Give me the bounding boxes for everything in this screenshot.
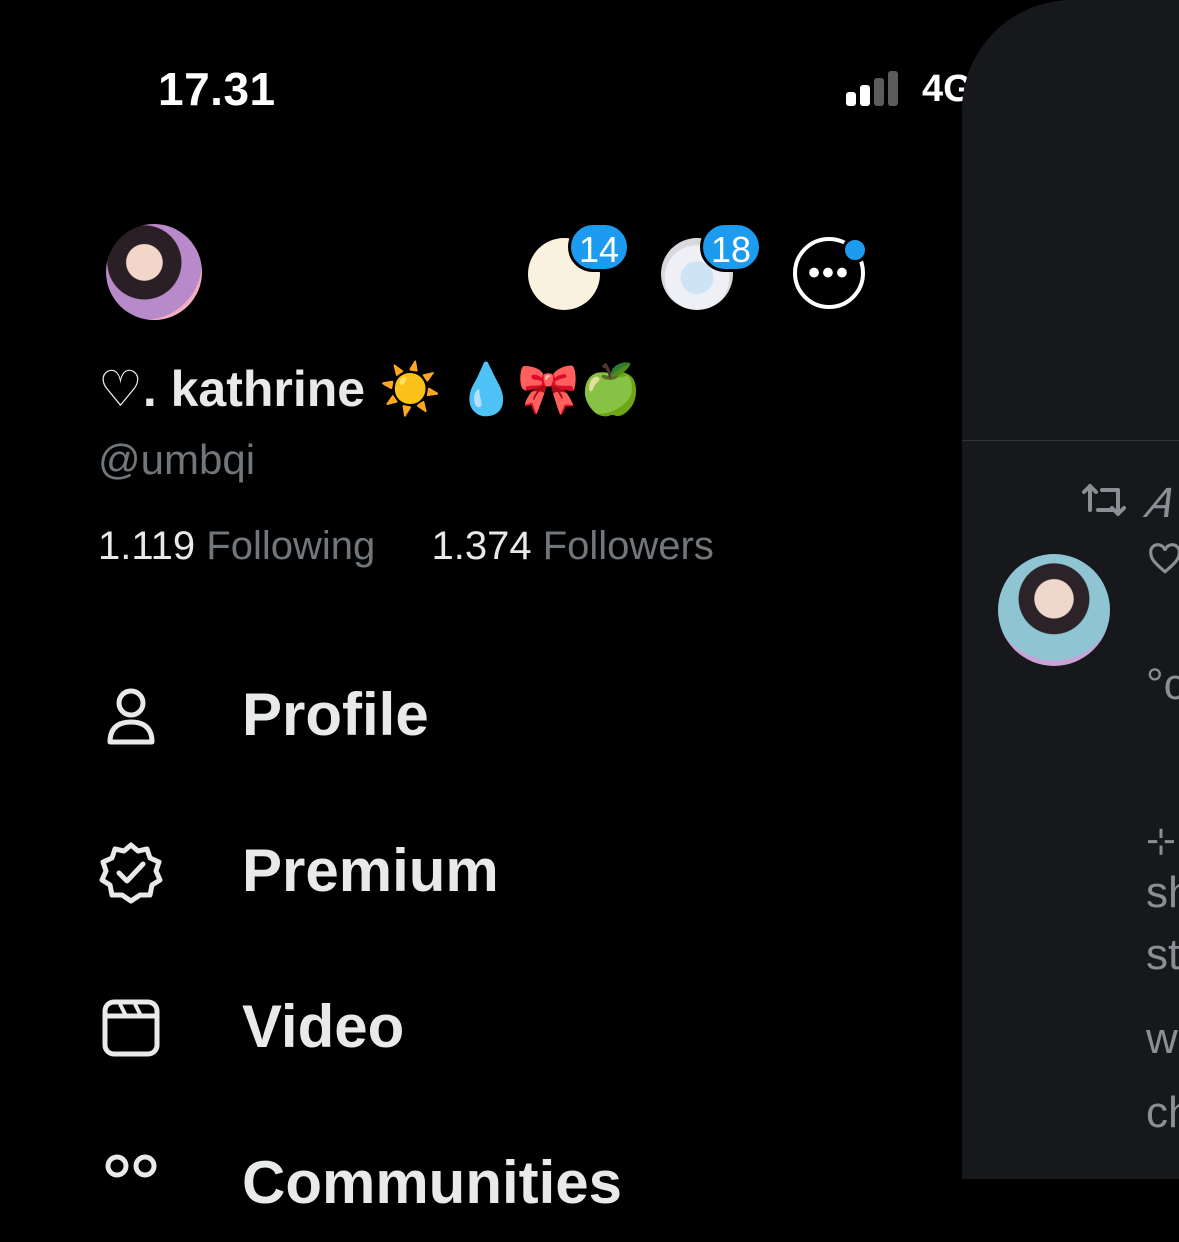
menu-label-premium: Premium — [242, 837, 499, 904]
timeline-text-fragment: 𝐴 — [1142, 481, 1169, 526]
username-handle: @umbqi — [98, 436, 256, 483]
menu-item-video[interactable]: Video — [98, 993, 698, 1086]
followers-label: Followers — [542, 524, 714, 568]
menu-label-profile: Profile — [242, 681, 429, 748]
timeline-text-fragment: ch — [1146, 1088, 1179, 1137]
signal-strength-icon — [846, 70, 906, 106]
verified-badge-icon — [99, 842, 163, 904]
display-name: ♡. kathrine ☀️ 💧🎀🍏 — [98, 361, 642, 417]
menu-item-premium[interactable]: Premium — [98, 837, 698, 930]
menu-item-communities[interactable]: Communities — [98, 1149, 698, 1242]
video-icon — [102, 999, 160, 1057]
timeline-text-fragment: w — [1146, 1014, 1178, 1063]
profile-avatar[interactable] — [106, 224, 202, 320]
timeline-text-fragment: ⊹ — [1146, 820, 1177, 861]
account-2-notification-badge: 18 — [700, 222, 762, 272]
status-time: 17.31 — [158, 63, 276, 115]
account-1-notification-badge: 14 — [568, 222, 630, 272]
person-icon — [107, 688, 155, 745]
following-label: Following — [206, 524, 376, 568]
timeline-text-fragment: °c — [1146, 660, 1179, 709]
communities-icon — [105, 1154, 157, 1178]
heart-icon — [1149, 543, 1179, 574]
unread-dot — [842, 237, 868, 263]
tweet-author-avatar[interactable] — [998, 554, 1110, 666]
menu-label-video: Video — [242, 993, 405, 1060]
menu-item-profile[interactable]: Profile — [98, 681, 698, 774]
timeline-text-fragment: sh — [1146, 868, 1179, 917]
timeline-divider — [962, 440, 1179, 441]
followers-link[interactable]: 1.374 Followers — [431, 524, 713, 568]
follow-stats: 1.119 Following 1.374 Followers — [98, 524, 714, 569]
timeline-text-fragment: st — [1146, 930, 1179, 979]
followers-count: 1.374 — [431, 524, 532, 568]
retweet-icon — [1082, 484, 1126, 516]
menu-label-communities: Communities — [242, 1149, 623, 1216]
following-count: 1.119 — [98, 524, 196, 568]
following-link[interactable]: 1.119 Following — [98, 524, 375, 568]
